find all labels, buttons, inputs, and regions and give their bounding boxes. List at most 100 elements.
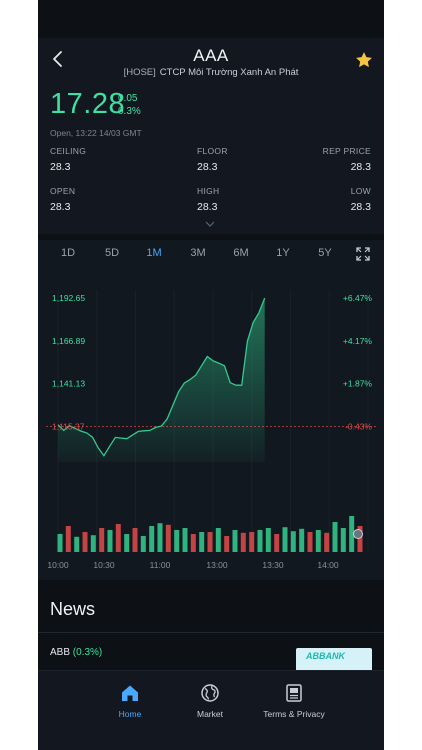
tab-1d[interactable]: 1D [53, 247, 83, 259]
quote-panel: 17.28 0.05 0.3% Open, 13:22 14/03 GMT CE… [38, 84, 384, 234]
company-name: CTCP Môi Trường Xanh An Phát [159, 67, 299, 78]
volume-bar [207, 532, 213, 552]
x-tick-label: 10:00 [47, 560, 69, 570]
volume-bar [332, 522, 338, 552]
open-time: Open, 13:22 14/03 GMT [50, 128, 142, 138]
globe-icon [201, 684, 219, 702]
change-value: 0.05 [118, 93, 138, 104]
volume-bar [107, 530, 113, 552]
tab-market-label: Market [197, 709, 223, 719]
x-tick-label: 13:00 [206, 560, 228, 570]
tab-terms-privacy[interactable]: Terms & Privacy [256, 683, 332, 719]
volume-bar [315, 530, 321, 552]
bottom-tab-bar: Home Market Terms & Privacy [38, 670, 384, 750]
tab-home[interactable]: Home [104, 683, 156, 719]
volume-bar [157, 523, 163, 552]
volume-bar [232, 530, 238, 552]
x-tick-label: 11:00 [150, 560, 171, 570]
volume-bar [124, 534, 130, 552]
price-area [58, 298, 265, 462]
volume-bar [240, 532, 246, 552]
stat-high-value: 28.3 [197, 201, 218, 213]
volume-bar [274, 534, 280, 552]
price-change: 0.05 0.3% [118, 92, 141, 118]
volume-bar [74, 536, 80, 552]
y-tick-percent: +6.47% [343, 293, 373, 303]
ticker-symbol: AAA [193, 46, 229, 65]
y-tick-percent: +1.87% [343, 379, 373, 389]
volume-bar [199, 532, 205, 552]
expand-stats-chevron-icon[interactable] [204, 220, 216, 228]
stat-open-label: OPEN [50, 186, 76, 196]
stat-rep-price-value: 28.3 [350, 161, 371, 173]
header-bar: AAA [HOSE] CTCP Môi Trường Xanh An Phát [38, 38, 384, 84]
stat-low-value: 28.3 [350, 201, 371, 213]
volume-bar [140, 536, 146, 552]
tab-6m[interactable]: 6M [226, 247, 256, 259]
favorite-star-icon[interactable] [354, 50, 374, 70]
volume-bar [182, 528, 188, 552]
stat-low-label: LOW [350, 186, 371, 196]
y-tick-label: 1,166.89 [52, 336, 85, 346]
volume-bar [324, 532, 330, 552]
volume-bar [57, 534, 63, 552]
news-thumbnail[interactable]: ABBANK [296, 648, 372, 672]
news-section: News ABB (0.3%) ABBANK [38, 585, 384, 675]
stat-ceiling-label: CEILING [50, 146, 87, 156]
stat-high-label: HIGH [197, 186, 220, 196]
volume-bar [249, 532, 255, 552]
tab-home-label: Home [118, 709, 142, 719]
volume-bar [215, 528, 221, 552]
volume-bar [340, 528, 346, 552]
tab-1y[interactable]: 1Y [268, 247, 298, 259]
x-tick-label: 13:30 [262, 560, 284, 570]
tab-5d[interactable]: 5D [97, 247, 127, 259]
status-bar [38, 0, 384, 38]
news-item[interactable]: ABB (0.3%) [50, 647, 102, 658]
exchange-label: [HOSE] [123, 67, 156, 78]
volume-bar [82, 532, 88, 552]
chart-card: 1D 5D 1M 3M 6M 1Y 5Y 1,192.65 +6.47% 1,166… [38, 240, 384, 580]
tab-terms-label: Terms & Privacy [263, 709, 325, 719]
y-tick-label: 1,141.13 [52, 379, 85, 389]
news-percent: (0.3%) [72, 647, 103, 658]
stat-ceiling-value: 28.3 [50, 161, 71, 173]
document-icon [286, 684, 302, 702]
price-chart[interactable]: 1,192.65 +6.47% 1,166.89 +4.17% 1,141.13 +1.8… [38, 274, 384, 580]
y-tick-label: 1,115.37 [52, 421, 85, 431]
volume-bar [224, 536, 230, 552]
range-tabs: 1D 5D 1M 3M 6M 1Y 5Y [38, 240, 384, 268]
news-ticker: ABB [50, 647, 71, 658]
fullscreen-icon[interactable] [356, 247, 370, 261]
company-line: [HOSE] CTCP Môi Trường Xanh An Phát [38, 67, 384, 78]
volume-bar [290, 531, 296, 552]
y-tick-percent: +4.17% [343, 336, 373, 346]
volume-bar [265, 528, 271, 552]
volume-bar [90, 535, 96, 552]
tab-3m[interactable]: 3M [183, 247, 213, 259]
volume-bar [190, 534, 196, 552]
news-divider [38, 632, 384, 633]
last-price: 17.28 [50, 88, 126, 120]
stat-open-value: 28.3 [50, 201, 71, 213]
volume-bar [174, 530, 180, 552]
y-tick-label: 1,192.65 [52, 293, 85, 303]
stat-floor-value: 28.3 [197, 161, 218, 173]
volume-bar [149, 526, 155, 552]
change-percent: 0.3% [118, 106, 141, 117]
volume-bar [282, 527, 288, 552]
volume-bar [115, 524, 121, 552]
x-tick-label: 14:00 [317, 560, 339, 570]
stat-rep-price-label: REP PRICE [322, 146, 371, 156]
tab-market[interactable]: Market [184, 683, 236, 719]
volume-bar [257, 530, 263, 552]
tab-5y[interactable]: 5Y [310, 247, 340, 259]
chart-cursor-dot[interactable] [353, 529, 363, 539]
volume-bar [299, 528, 305, 552]
news-heading: News [50, 599, 96, 619]
tab-1m[interactable]: 1M [139, 247, 169, 259]
x-tick-label: 10:30 [93, 560, 115, 570]
stat-floor-label: FLOOR [197, 146, 228, 156]
volume-bar [165, 524, 171, 552]
phone-screen: AAA [HOSE] CTCP Môi Trường Xanh An Phát 1… [38, 0, 384, 750]
